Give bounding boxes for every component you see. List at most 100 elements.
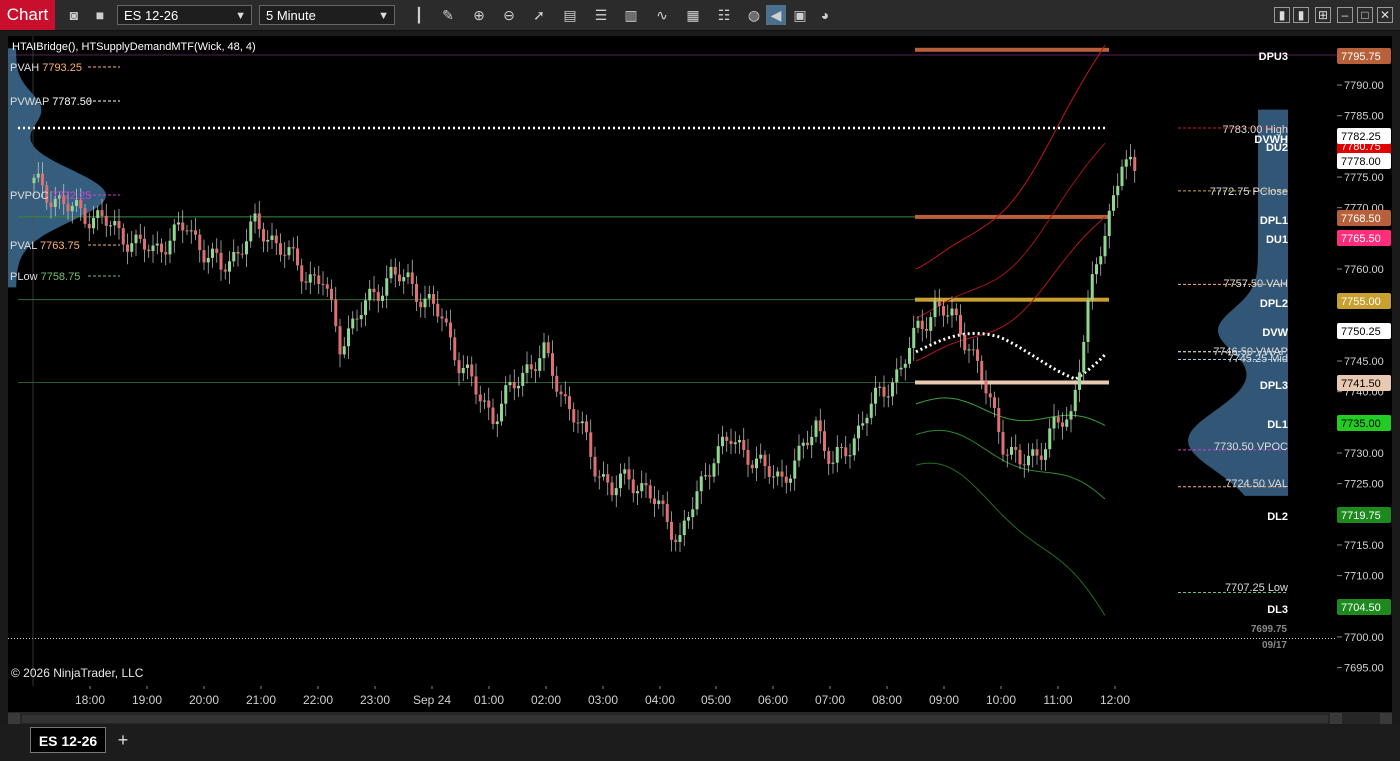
candle-body: [368, 288, 372, 301]
candle-body: [1048, 428, 1052, 450]
template-icon[interactable]: ■: [90, 5, 110, 25]
candle-body: [988, 393, 992, 398]
candle-body: [308, 274, 312, 283]
candle-body: [831, 462, 835, 464]
price-chart[interactable]: PVAH 7793.25 PVWAP 7787.50 PVPOC 7772.25 PV…: [8, 36, 1337, 686]
candle-body: [287, 247, 291, 256]
time-axis[interactable]: 18:00 19:00 20:00 21:00 22:00 23:00 Sep 24 01:0…: [8, 686, 1337, 712]
candle-body: [164, 252, 168, 255]
candle-body: [372, 288, 376, 293]
cursor-icon[interactable]: ➚: [529, 5, 549, 25]
candle-body: [712, 463, 716, 477]
candle-body: [699, 476, 703, 492]
candle-body: [1120, 166, 1124, 186]
indicators-icon[interactable]: ∿: [652, 5, 672, 25]
candle-body: [223, 269, 227, 272]
candle-body: [376, 292, 380, 301]
chart-panel[interactable]: PVAH 7793.25 PVWAP 7787.50 PVPOC 7772.25 PV…: [8, 36, 1337, 686]
candle-body: [104, 215, 108, 226]
candle-body: [1082, 341, 1086, 373]
chart-title-tab[interactable]: Chart: [0, 0, 55, 30]
chart-trader-icon[interactable]: ▦: [683, 5, 703, 25]
lines-icon[interactable]: ☰: [591, 5, 611, 25]
candle-body: [529, 364, 533, 370]
link-icon[interactable]: ◀: [766, 5, 786, 25]
candle-body: [138, 234, 142, 239]
session-level-label: 7772.75 PClose: [1210, 186, 1288, 198]
candle-body: [427, 293, 431, 299]
candle-body: [801, 442, 805, 446]
candle-body: [1099, 256, 1103, 265]
last-price-label: 7778.00: [1341, 156, 1381, 168]
candle-body: [215, 248, 219, 253]
camera-icon[interactable]: ◙: [64, 5, 84, 25]
candle-body: [597, 476, 601, 478]
candle-body: [729, 440, 733, 445]
candle-body: [1039, 455, 1043, 460]
candle-body: [385, 278, 389, 296]
candle-body: [381, 295, 384, 301]
candle-body: [283, 254, 287, 256]
candle-body: [470, 364, 474, 377]
tab-es-12-26[interactable]: ES 12-26: [30, 727, 106, 753]
price-axis[interactable]: 7795.007790.007785.007780.007775.007770.…: [1337, 36, 1392, 686]
horizontal-scrollbar[interactable]: [8, 712, 1392, 725]
grid-icon[interactable]: ⊞: [1315, 7, 1331, 23]
candle-body: [440, 316, 444, 319]
candle-body: [474, 376, 478, 395]
candle-body: [1090, 274, 1094, 300]
deviation-band: [915, 429, 1106, 500]
zoom-out-icon[interactable]: ⊖: [499, 5, 519, 25]
candle-body: [466, 364, 469, 369]
time-tick-label: 21:00: [246, 693, 276, 707]
session-date-label: 09/17: [1262, 640, 1287, 651]
candle-body: [432, 293, 435, 304]
color-wheel-icon[interactable]: ◍: [744, 5, 764, 25]
candle-body: [1095, 264, 1098, 275]
candle-body: [551, 353, 554, 376]
time-tick-label: 01:00: [474, 693, 504, 707]
instrument-select[interactable]: ES 12-26 ▼: [117, 5, 252, 25]
window-link-icon[interactable]: ▣: [790, 5, 810, 25]
add-tab-button[interactable]: +: [112, 727, 134, 753]
indicator-label: HTAIBridge(), HTSupplyDemandMTF(Wick, 48…: [12, 41, 256, 53]
globe-icon[interactable]: ◕: [815, 5, 835, 25]
strategies-icon[interactable]: ▥: [621, 5, 641, 25]
zone-label: DPL3: [1260, 380, 1288, 392]
candle-body: [563, 394, 567, 397]
interval-value: 5 Minute: [266, 8, 316, 23]
candle-body: [695, 491, 699, 510]
maximize-icon[interactable]: □: [1357, 7, 1373, 23]
session-level-label: 7724.50 VAL: [1225, 478, 1288, 490]
candle-body: [857, 425, 860, 439]
candle-body: [1124, 159, 1128, 167]
candle-body: [942, 305, 945, 316]
candle-body: [691, 509, 695, 518]
time-tick-label: 07:00: [815, 693, 845, 707]
price-axis-svg: 7795.007790.007785.007780.007775.007770.…: [1337, 48, 1391, 675]
candle-body: [436, 303, 440, 317]
interval-select[interactable]: 5 Minute ▼: [259, 5, 395, 25]
draw-icon[interactable]: ✎: [438, 5, 458, 25]
candle-body: [1010, 447, 1013, 455]
properties-icon[interactable]: ☷: [714, 5, 734, 25]
close-icon[interactable]: ✕: [1377, 7, 1393, 23]
candle-body: [763, 454, 767, 467]
candle-body: [338, 326, 342, 355]
minimize-icon[interactable]: –: [1337, 7, 1353, 23]
candle-body: [504, 385, 508, 404]
candle-body: [925, 329, 928, 331]
zoom-in-icon[interactable]: ⊕: [469, 5, 489, 25]
candle-body: [389, 266, 393, 279]
price-tag-label: 7795.75: [1341, 51, 1381, 63]
time-tick-label: 10:00: [986, 693, 1016, 707]
bars-icon[interactable]: ┃: [409, 5, 429, 25]
candle-body: [32, 177, 36, 184]
data-box-icon[interactable]: ▤: [560, 5, 580, 25]
session-level-label: 7745.25 Mid: [1227, 353, 1288, 365]
candle-body: [521, 372, 525, 386]
tile-icon[interactable]: ▮: [1274, 7, 1290, 23]
deviation-band: [915, 44, 1106, 270]
tile-2-icon[interactable]: ▮: [1293, 7, 1309, 23]
candle-body: [1044, 449, 1047, 460]
